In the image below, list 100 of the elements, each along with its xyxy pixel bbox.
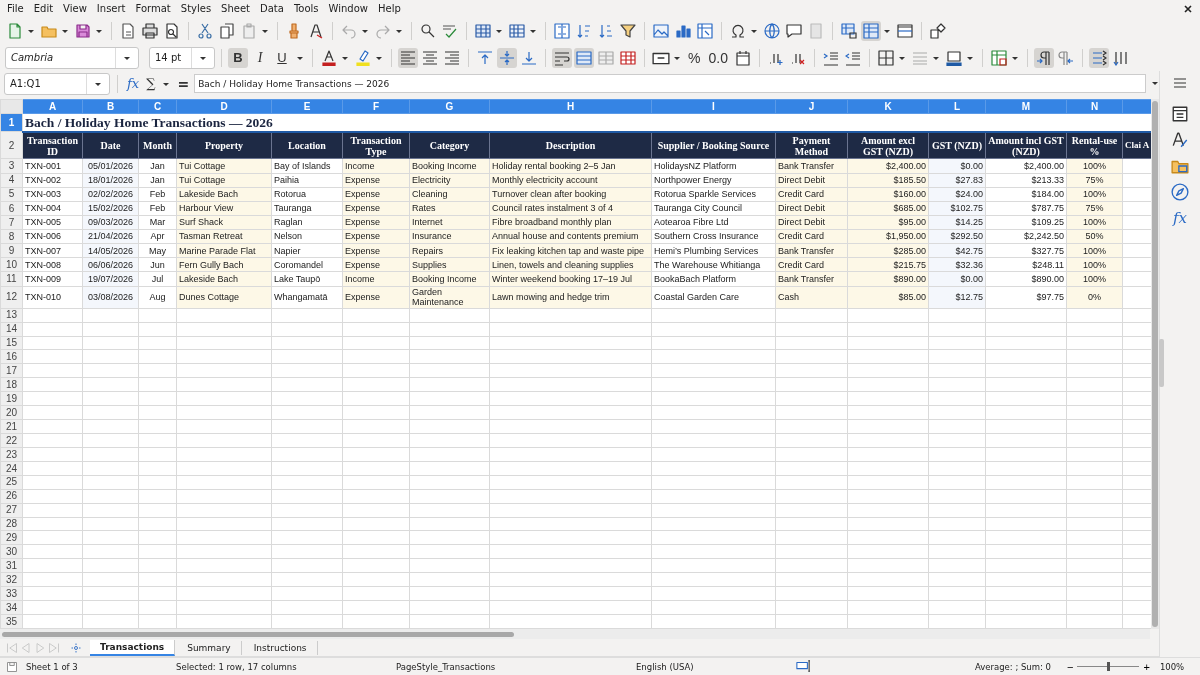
print-area-icon [841, 22, 857, 39]
new-document-icon [7, 22, 23, 39]
find-replace-icon [420, 22, 436, 39]
menu-item[interactable]: Format [132, 3, 178, 14]
column-header[interactable]: H [489, 99, 652, 114]
next-icon [34, 641, 46, 654]
spellcheck-icon [442, 22, 458, 39]
column-heading-cell: Amount incl GST (NZD) [985, 131, 1067, 159]
column-header[interactable]: B [82, 99, 139, 114]
pivot-table-icon [697, 22, 713, 39]
sheet-tab[interactable]: Summary [177, 640, 242, 655]
sheet-tab[interactable]: Instructions [243, 640, 318, 655]
pilcrow-rtl-icon [1057, 49, 1074, 66]
text-flow-horizontal-icon [1090, 49, 1107, 66]
row-header[interactable]: 2 [0, 131, 23, 159]
menu-item[interactable]: Window [325, 3, 375, 14]
sidebar-handle[interactable] [1159, 339, 1165, 387]
horizontal-scrollbar[interactable] [0, 629, 1150, 639]
column-header[interactable]: J [775, 99, 848, 114]
border-style-icon [911, 49, 928, 66]
calendar-icon [734, 49, 751, 66]
column-header[interactable]: I [651, 99, 776, 114]
menu-item[interactable]: Sheet [218, 3, 258, 14]
row-header[interactable]: 12 [0, 286, 23, 309]
sort-ascending-icon [576, 22, 592, 39]
paintbrush-icon [286, 22, 302, 39]
align-left-icon [400, 49, 416, 66]
table-cell: Coastal Garden Care [651, 286, 776, 309]
print-icon [142, 22, 158, 39]
align-center-icon [422, 49, 438, 66]
name-box[interactable]: A1:Q1 [4, 72, 110, 95]
zoom-out-button[interactable]: − [1063, 660, 1078, 673]
column-header[interactable]: N [1066, 99, 1123, 114]
function-wizard-button[interactable]: fx [125, 76, 142, 91]
number-format-button[interactable]: 0.0 [705, 47, 731, 68]
split-window-icon [897, 22, 913, 39]
font-size-field[interactable]: 14 pt [149, 46, 215, 69]
text-flow-vertical-icon [1112, 49, 1129, 66]
column-header[interactable]: K [847, 99, 929, 114]
shapes-icon [930, 22, 946, 39]
column-header[interactable]: D [176, 99, 272, 114]
menu-item[interactable]: Styles [177, 3, 219, 14]
column-header[interactable]: E [271, 99, 343, 114]
bold-button[interactable]: B [228, 47, 248, 68]
column-header[interactable]: F [342, 99, 410, 114]
selection-info: Selected: 1 row, 17 columns [176, 661, 298, 672]
font-color-icon [321, 49, 337, 66]
omega-icon [730, 22, 746, 39]
number-format-button[interactable]: % [685, 47, 704, 68]
indent-decrease-icon [844, 49, 861, 66]
menu-item[interactable]: Tools [290, 3, 326, 14]
prev-icon [20, 641, 32, 654]
first-icon [6, 641, 18, 654]
menu-item[interactable]: Insert [93, 3, 133, 14]
formula-button[interactable]: = [175, 75, 192, 92]
paste-icon [241, 22, 257, 39]
indent-increase-icon [822, 49, 839, 66]
sheet-title: Bach / Holiday Home Transactions — 2026 [25, 114, 273, 130]
cut-icon [197, 22, 213, 39]
menu-item[interactable]: View [60, 3, 94, 14]
italic-button[interactable]: I [250, 47, 270, 68]
caret-icon[interactable] [1151, 79, 1160, 87]
menu-item[interactable]: Edit [30, 3, 61, 14]
close-icon[interactable] [1183, 3, 1193, 14]
column-header[interactable]: C [138, 99, 177, 114]
wrap-text-icon [554, 49, 570, 66]
chart-icon [675, 22, 691, 39]
font-name-field[interactable]: Cambria [5, 46, 139, 69]
column-header[interactable]: G [409, 99, 490, 114]
functions-button[interactable]: fx [1173, 209, 1187, 227]
menu-item[interactable]: File [4, 3, 31, 14]
column-heading-cell: Supplier / Booking Source [651, 131, 776, 159]
document-status-icon [6, 660, 18, 673]
borders-icon [877, 49, 894, 66]
column-header[interactable]: L [928, 99, 986, 114]
unmerge-icon [620, 49, 636, 66]
menu-item[interactable]: Help [375, 3, 408, 14]
align-middle-icon [499, 49, 515, 66]
underline-button[interactable]: U [272, 47, 292, 68]
sheet-tab[interactable]: Transactions [90, 639, 176, 656]
border-color-icon [945, 49, 962, 66]
vertical-scrollbar[interactable] [1151, 99, 1160, 629]
column-heading-cell: Property [176, 131, 272, 159]
formula-input[interactable]: Bach / Holiday Home Transactions — 2026 [194, 74, 1147, 93]
selection-mode-icon [796, 658, 810, 673]
rows-grid-icon [475, 22, 491, 39]
column-heading-cell: Transaction Type [342, 131, 410, 159]
menu-item[interactable]: Data [257, 3, 291, 14]
column-header[interactable]: M [985, 99, 1067, 114]
zoom-level: 100% [1159, 661, 1185, 672]
image-icon [653, 22, 669, 39]
save-icon [75, 22, 91, 39]
sum-button[interactable]: ∑ [144, 76, 158, 91]
column-heading-cell: Description [489, 131, 652, 159]
properties-icon [1171, 105, 1189, 123]
align-top-icon [477, 49, 493, 66]
zoom-in-button[interactable]: + [1139, 660, 1154, 673]
column-header[interactable]: A [22, 99, 83, 114]
comment-icon [786, 22, 802, 39]
conditional-format-icon [990, 49, 1007, 66]
